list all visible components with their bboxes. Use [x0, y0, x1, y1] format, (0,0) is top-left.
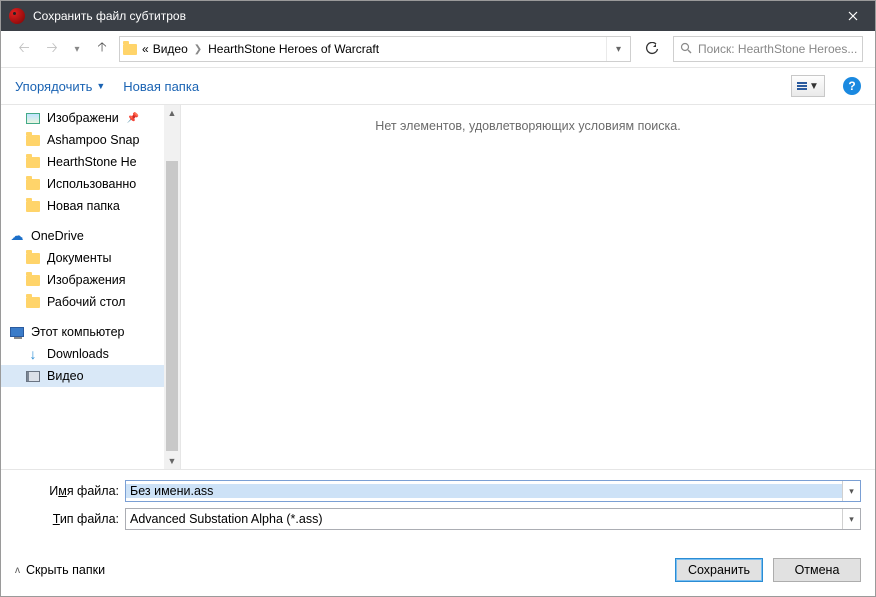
filetype-dropdown[interactable]: ▾ [842, 509, 860, 529]
window-title: Сохранить файл субтитров [33, 9, 830, 23]
tree-item-ashampoo[interactable]: Ashampoo Snap [1, 129, 180, 151]
filename-dropdown[interactable]: ▾ [842, 481, 860, 501]
cancel-button[interactable]: Отмена [773, 558, 861, 582]
title-bar: Сохранить файл субтитров [1, 1, 875, 31]
filename-section: Имя файла: Без имени.ass ▾ Тип файла: Ad… [1, 469, 875, 548]
filetype-field: Тип файла: Advanced Substation Alpha (*.… [15, 508, 861, 530]
downloads-icon: ↓ [25, 346, 41, 362]
tree-item-images-pinned[interactable]: Изображени 📌 [1, 107, 180, 129]
onedrive-icon: ☁ [9, 228, 25, 244]
search-input[interactable]: Поиск: HearthStone Heroes... [673, 36, 863, 62]
refresh-icon [645, 42, 659, 56]
help-button[interactable]: ? [843, 77, 861, 95]
folder-icon [25, 272, 41, 288]
list-view-icon [797, 82, 807, 90]
chevron-right-icon[interactable]: ❯ [190, 44, 206, 55]
tree-item-documents[interactable]: Документы [1, 247, 180, 269]
chevron-down-icon: ▼ [809, 81, 819, 92]
file-list-area: Нет элементов, удовлетворяющих условиям … [181, 105, 875, 469]
tree-item-downloads[interactable]: ↓ Downloads [1, 343, 180, 365]
tree-item-desktop[interactable]: Рабочий стол [1, 291, 180, 313]
filetype-select[interactable]: Advanced Substation Alpha (*.ass) ▾ [125, 508, 861, 530]
tree-item-new-folder[interactable]: Новая папка [1, 195, 180, 217]
filetype-label: Тип файла: [15, 512, 125, 526]
save-dialog-window: Сохранить файл субтитров 🡠 🡢 ▾ 🡡 « Видео… [0, 0, 876, 597]
new-folder-button[interactable]: Новая папка [123, 79, 199, 94]
toolbar: Упорядочить ▼ Новая папка ▼ ? [1, 67, 875, 105]
nav-up-button[interactable]: 🡡 [91, 38, 113, 60]
close-icon [848, 11, 858, 21]
filename-label: Имя файла: [15, 484, 125, 498]
filename-value[interactable]: Без имени.ass [126, 484, 842, 498]
refresh-button[interactable] [637, 36, 667, 62]
search-icon [680, 42, 692, 57]
tree-item-hearthstone[interactable]: HearthStone He [1, 151, 180, 173]
tree-item-images2[interactable]: Изображения [1, 269, 180, 291]
empty-message: Нет элементов, удовлетворяющих условиям … [375, 119, 680, 469]
folder-icon [25, 250, 41, 266]
close-button[interactable] [830, 1, 875, 31]
nav-forward-button: 🡢 [41, 38, 63, 60]
save-button[interactable]: Сохранить [675, 558, 763, 582]
computer-icon [9, 324, 25, 340]
address-bar: 🡠 🡢 ▾ 🡡 « Видео ❯ HearthStone Heroes of … [1, 31, 875, 67]
tree-scrollbar[interactable]: ▲ ▼ [164, 105, 180, 469]
filename-field: Имя файла: Без имени.ass ▾ [15, 480, 861, 502]
breadcrumb-dropdown[interactable]: ▾ [606, 37, 630, 61]
breadcrumb-prefix: « [140, 42, 151, 56]
dialog-footer: ʌ Скрыть папки Сохранить Отмена [1, 548, 875, 596]
folder-icon [25, 294, 41, 310]
nav-history-dropdown[interactable]: ▾ [69, 44, 85, 55]
pin-icon: 📌 [127, 113, 139, 124]
tree-item-video[interactable]: Видео [1, 365, 180, 387]
breadcrumb-bar[interactable]: « Видео ❯ HearthStone Heroes of Warcraft… [119, 36, 631, 62]
view-options-button[interactable]: ▼ [791, 75, 825, 97]
organize-menu[interactable]: Упорядочить ▼ [15, 79, 105, 94]
filetype-value: Advanced Substation Alpha (*.ass) [126, 512, 842, 526]
navigation-tree[interactable]: Изображени 📌 Ashampoo Snap HearthStone H… [1, 105, 181, 469]
breadcrumb-seg-hearthstone[interactable]: HearthStone Heroes of Warcraft [206, 42, 381, 56]
video-folder-icon [25, 368, 41, 384]
folder-icon [25, 132, 41, 148]
search-placeholder: Поиск: HearthStone Heroes... [698, 42, 857, 56]
filename-input[interactable]: Без имени.ass ▾ [125, 480, 861, 502]
breadcrumb-seg-video[interactable]: Видео [151, 42, 190, 56]
scroll-thumb[interactable] [166, 161, 178, 451]
folder-icon [25, 176, 41, 192]
folder-icon [25, 154, 41, 170]
hide-folders-button[interactable]: ʌ Скрыть папки [15, 563, 105, 577]
scroll-up-icon[interactable]: ▲ [164, 105, 180, 121]
app-icon [9, 8, 25, 24]
tree-item-this-pc[interactable]: Этот компьютер [1, 321, 180, 343]
tree-item-onedrive[interactable]: ☁ OneDrive [1, 225, 180, 247]
tree-item-used[interactable]: Использованно [1, 173, 180, 195]
dialog-body: Изображени 📌 Ashampoo Snap HearthStone H… [1, 105, 875, 469]
chevron-up-icon: ʌ [15, 565, 20, 576]
scroll-down-icon[interactable]: ▼ [164, 453, 180, 469]
chevron-down-icon: ▼ [96, 81, 105, 91]
pictures-icon [25, 110, 41, 126]
nav-back-button[interactable]: 🡠 [13, 38, 35, 60]
folder-icon [25, 198, 41, 214]
folder-icon [120, 37, 140, 61]
